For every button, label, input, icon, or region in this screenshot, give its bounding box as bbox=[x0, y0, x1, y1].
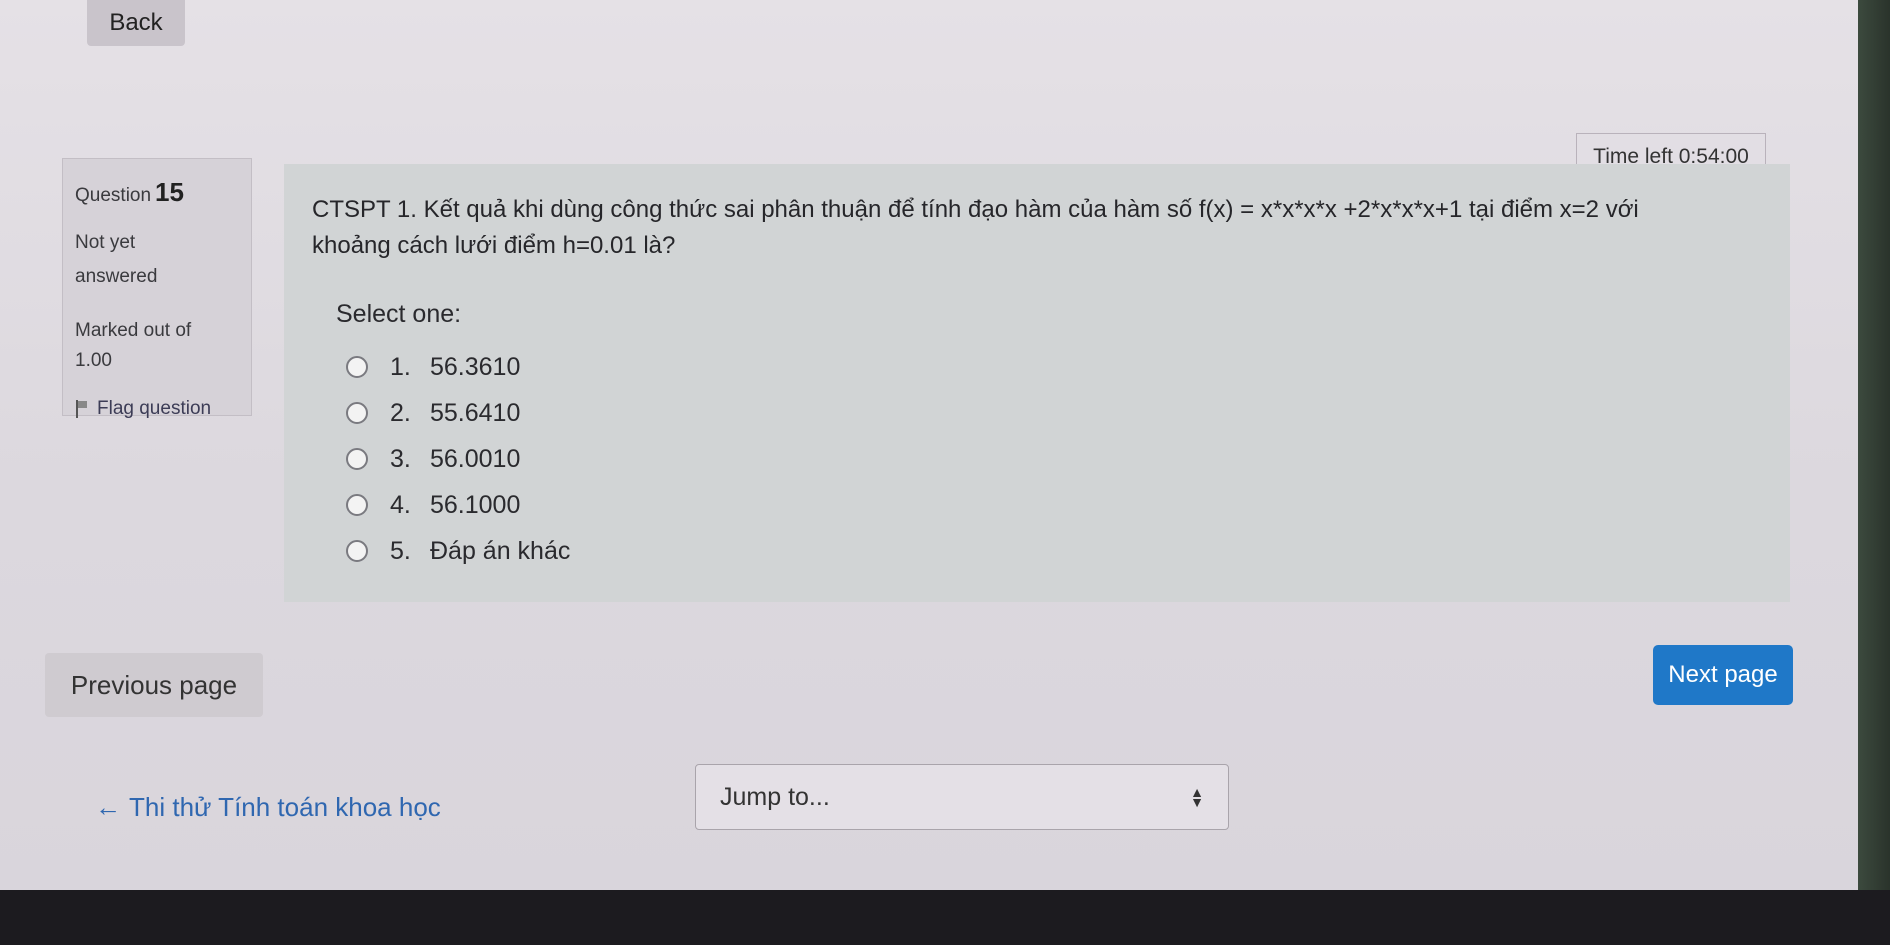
next-page-button[interactable]: Next page bbox=[1653, 645, 1793, 705]
option-text: 56.0010 bbox=[430, 444, 521, 473]
question-text: CTSPT 1. Kết quả khi dùng công thức sai … bbox=[312, 192, 1772, 264]
option-number: 3. bbox=[390, 444, 411, 473]
flag-icon bbox=[75, 400, 89, 418]
back-button[interactable]: Back bbox=[87, 0, 185, 46]
question-number: Question 15 bbox=[75, 177, 239, 208]
grade-line-1: Marked out of bbox=[75, 320, 192, 341]
question-grade: Marked out of 1.00 bbox=[75, 316, 239, 376]
answer-option-5[interactable]: 5. Đáp án khác bbox=[346, 528, 570, 574]
answer-option-3[interactable]: 3. 56.0010 bbox=[346, 436, 570, 482]
state-line-2: answered bbox=[75, 266, 158, 287]
background-edge bbox=[1858, 0, 1890, 890]
arrow-left-icon: ← bbox=[95, 792, 121, 822]
question-state: Not yet answered bbox=[75, 226, 239, 294]
radio-button[interactable] bbox=[346, 540, 368, 562]
answer-option-1[interactable]: 1. 56.3610 bbox=[346, 344, 570, 390]
answer-options: 1. 56.3610 2. 55.6410 3. 56.0010 4. 56.1… bbox=[346, 344, 570, 574]
radio-button[interactable] bbox=[346, 448, 368, 470]
screen-bezel bbox=[0, 890, 1890, 945]
course-link-label: Thi thử Tính toán khoa học bbox=[129, 792, 441, 822]
option-number: 2. bbox=[390, 398, 411, 427]
option-text: 56.3610 bbox=[430, 352, 521, 381]
option-number: 5. bbox=[390, 536, 411, 565]
question-text-line-1: CTSPT 1. Kết quả khi dùng công thức sai … bbox=[312, 196, 1639, 223]
question-text-line-2: khoảng cách lưới điểm h=0.01 là? bbox=[312, 232, 676, 259]
select-one-label: Select one: bbox=[336, 300, 462, 328]
course-link[interactable]: ← Thi thử Tính toán khoa học bbox=[95, 792, 441, 823]
answer-option-2[interactable]: 2. 55.6410 bbox=[346, 390, 570, 436]
grade-line-2: 1.00 bbox=[75, 350, 112, 371]
radio-button[interactable] bbox=[346, 494, 368, 516]
flag-question-label: Flag question bbox=[97, 398, 212, 419]
flag-question-link[interactable]: Flag question bbox=[75, 398, 239, 420]
question-content: CTSPT 1. Kết quả khi dùng công thức sai … bbox=[284, 164, 1790, 602]
option-number: 4. bbox=[390, 490, 411, 519]
option-text: 56.1000 bbox=[430, 490, 521, 519]
radio-button[interactable] bbox=[346, 356, 368, 378]
option-text: 55.6410 bbox=[430, 398, 521, 427]
question-number-value: 15 bbox=[155, 177, 184, 207]
jump-to-placeholder: Jump to... bbox=[720, 782, 830, 811]
option-text: Đáp án khác bbox=[430, 536, 571, 565]
question-info-panel: Question 15 Not yet answered Marked out o… bbox=[62, 158, 252, 419]
radio-button[interactable] bbox=[346, 402, 368, 424]
quiz-page: Back Time left 0:54:00 Question 15 Not ye… bbox=[0, 0, 1858, 890]
question-word: Question bbox=[75, 185, 152, 206]
option-number: 1. bbox=[390, 352, 411, 381]
jump-to-select[interactable]: Jump to... ▲ ▼ bbox=[695, 764, 1229, 830]
state-line-1: Not yet bbox=[75, 232, 136, 253]
previous-page-button[interactable]: Previous page bbox=[45, 653, 263, 717]
answer-option-4[interactable]: 4. 56.1000 bbox=[346, 482, 570, 528]
select-arrows-icon: ▲ ▼ bbox=[1190, 784, 1204, 810]
